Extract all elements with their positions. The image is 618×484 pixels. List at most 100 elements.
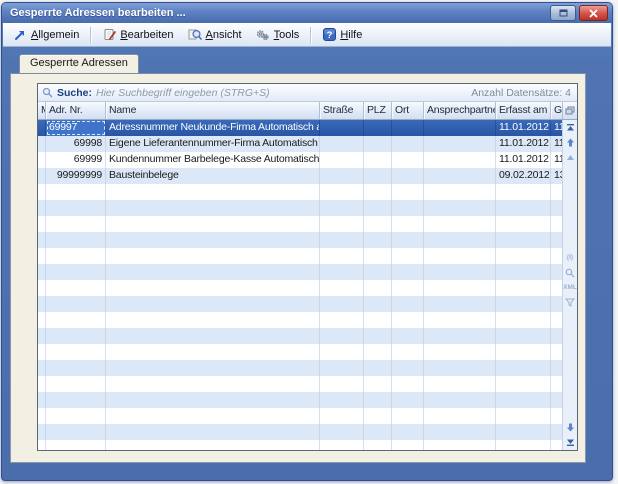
cell-strasse: [320, 424, 364, 440]
cell-name: [106, 344, 320, 360]
column-header-ort[interactable]: Ort: [392, 102, 424, 119]
search-bar[interactable]: Suche: Hier Suchbegriff eingeben (STRG+S…: [38, 84, 577, 102]
menu-item-bearbeiten[interactable]: Bearbeiten: [96, 26, 179, 44]
menu-item-hilfe[interactable]: ? Hilfe: [316, 26, 368, 44]
menu-label-ansicht: Ansicht: [206, 29, 242, 41]
cell-adr: [46, 312, 106, 328]
table-row-empty[interactable]: [38, 408, 562, 424]
table-row-empty[interactable]: [38, 424, 562, 440]
cell-strasse: [320, 264, 364, 280]
cell-ort: [392, 328, 424, 344]
menu-item-allgemein[interactable]: Allgemein: [7, 26, 85, 44]
cell-erfasst: [496, 328, 551, 344]
scroll-down-icon[interactable]: [565, 422, 576, 433]
table-row-empty[interactable]: [38, 200, 562, 216]
cell-ort: [392, 200, 424, 216]
table-row-empty[interactable]: [38, 184, 562, 200]
menu-item-ansicht[interactable]: Ansicht: [182, 26, 248, 44]
cell-strasse: [320, 120, 364, 136]
column-header-plz[interactable]: PLZ: [364, 102, 392, 119]
table-row-empty[interactable]: [38, 296, 562, 312]
table-row[interactable]: 69999Kundennummer Barbelege-Kasse Automa…: [38, 152, 562, 168]
menu-item-tools[interactable]: Tools: [250, 26, 306, 44]
cell-erfasst: [496, 232, 551, 248]
table-row[interactable]: 99999999Bausteinbelege09.02.201213.: [38, 168, 562, 184]
table-row-empty[interactable]: [38, 344, 562, 360]
cell-ge: [551, 424, 562, 440]
cell-adr: 69997: [46, 120, 106, 136]
cell-ge: [551, 264, 562, 280]
cell-plz: [364, 424, 392, 440]
cell-erfasst: [496, 264, 551, 280]
cell-ort: [392, 280, 424, 296]
table-row[interactable]: 69997Adressnummer Neukunde-Firma Automat…: [38, 120, 562, 136]
table-row-empty[interactable]: [38, 376, 562, 392]
cell-plz: [364, 328, 392, 344]
window: Gesperrte Adressen bearbeiten ...: [1, 2, 613, 481]
table-row-empty[interactable]: [38, 280, 562, 296]
column-header-erfasst[interactable]: Erfasst am: [496, 102, 551, 119]
cell-m: [38, 328, 46, 344]
cell-ansprechpartner: [424, 232, 496, 248]
cell-erfasst: [496, 280, 551, 296]
column-header-ansprechpartner[interactable]: Ansprechpartner: [424, 102, 496, 119]
restore-button[interactable]: [550, 5, 576, 21]
restore-icon: [559, 9, 568, 17]
column-header-strasse[interactable]: Straße: [320, 102, 364, 119]
close-button[interactable]: [579, 5, 608, 21]
table-row-empty[interactable]: [38, 216, 562, 232]
search-icon: [42, 87, 53, 98]
cell-name: Kundennummer Barbelege-Kasse Automatisch…: [106, 152, 320, 168]
first-row-icon[interactable]: [565, 122, 576, 133]
cell-ansprechpartner: [424, 424, 496, 440]
cell-name: Eigene Lieferantennummer-Firma Automatis…: [106, 136, 320, 152]
cell-name: [106, 312, 320, 328]
cell-strasse: [320, 440, 364, 450]
cell-name: [106, 328, 320, 344]
last-row-icon[interactable]: [565, 437, 576, 448]
table-row-empty[interactable]: [38, 264, 562, 280]
cell-ansprechpartner: [424, 152, 496, 168]
table-row-empty[interactable]: [38, 440, 562, 450]
cell-erfasst: [496, 296, 551, 312]
cell-ort: [392, 184, 424, 200]
table-row-empty[interactable]: [38, 328, 562, 344]
cell-m: [38, 168, 46, 184]
column-header-m[interactable]: M: [38, 102, 46, 119]
table-row-empty[interactable]: [38, 248, 562, 264]
xml-icon[interactable]: XML: [565, 282, 576, 293]
cell-plz: [364, 360, 392, 376]
table-row-empty[interactable]: [38, 312, 562, 328]
table-row-empty[interactable]: [38, 232, 562, 248]
filter-funnel-icon[interactable]: [565, 297, 576, 308]
column-header-adr[interactable]: Adr. Nr.: [46, 102, 106, 119]
table-row[interactable]: 69998Eigene Lieferantennummer-Firma Auto…: [38, 136, 562, 152]
cell-ge: [551, 200, 562, 216]
cell-m: [38, 296, 46, 312]
tab-gesperrte-adressen[interactable]: Gesperrte Adressen: [19, 54, 139, 73]
cell-erfasst: [496, 376, 551, 392]
close-icon: [589, 9, 598, 18]
scroll-up-icon[interactable]: [565, 137, 576, 148]
search-small-icon[interactable]: [565, 267, 576, 278]
column-chooser-button[interactable]: [562, 102, 577, 119]
cell-ansprechpartner: [424, 168, 496, 184]
cell-m: [38, 264, 46, 280]
window-buttons: [550, 5, 608, 21]
cell-plz: [364, 168, 392, 184]
cell-name: [106, 248, 320, 264]
table-row-empty[interactable]: [38, 360, 562, 376]
cell-erfasst: [496, 392, 551, 408]
table-row-empty[interactable]: [38, 392, 562, 408]
bracket-info-icon[interactable]: (I): [565, 252, 576, 263]
cell-erfasst: 11.01.2012: [496, 136, 551, 152]
cell-plz: [364, 184, 392, 200]
cell-erfasst: [496, 440, 551, 450]
column-header-ge[interactable]: Ge: [551, 102, 562, 119]
column-header-name[interactable]: Name: [106, 102, 320, 119]
cell-adr: [46, 328, 106, 344]
page-up-icon[interactable]: [565, 152, 576, 163]
search-input[interactable]: Hier Suchbegriff eingeben (STRG+S): [96, 87, 467, 99]
tab-strip: Gesperrte Adressen: [3, 48, 611, 73]
view-magnifier-icon: [188, 28, 202, 42]
